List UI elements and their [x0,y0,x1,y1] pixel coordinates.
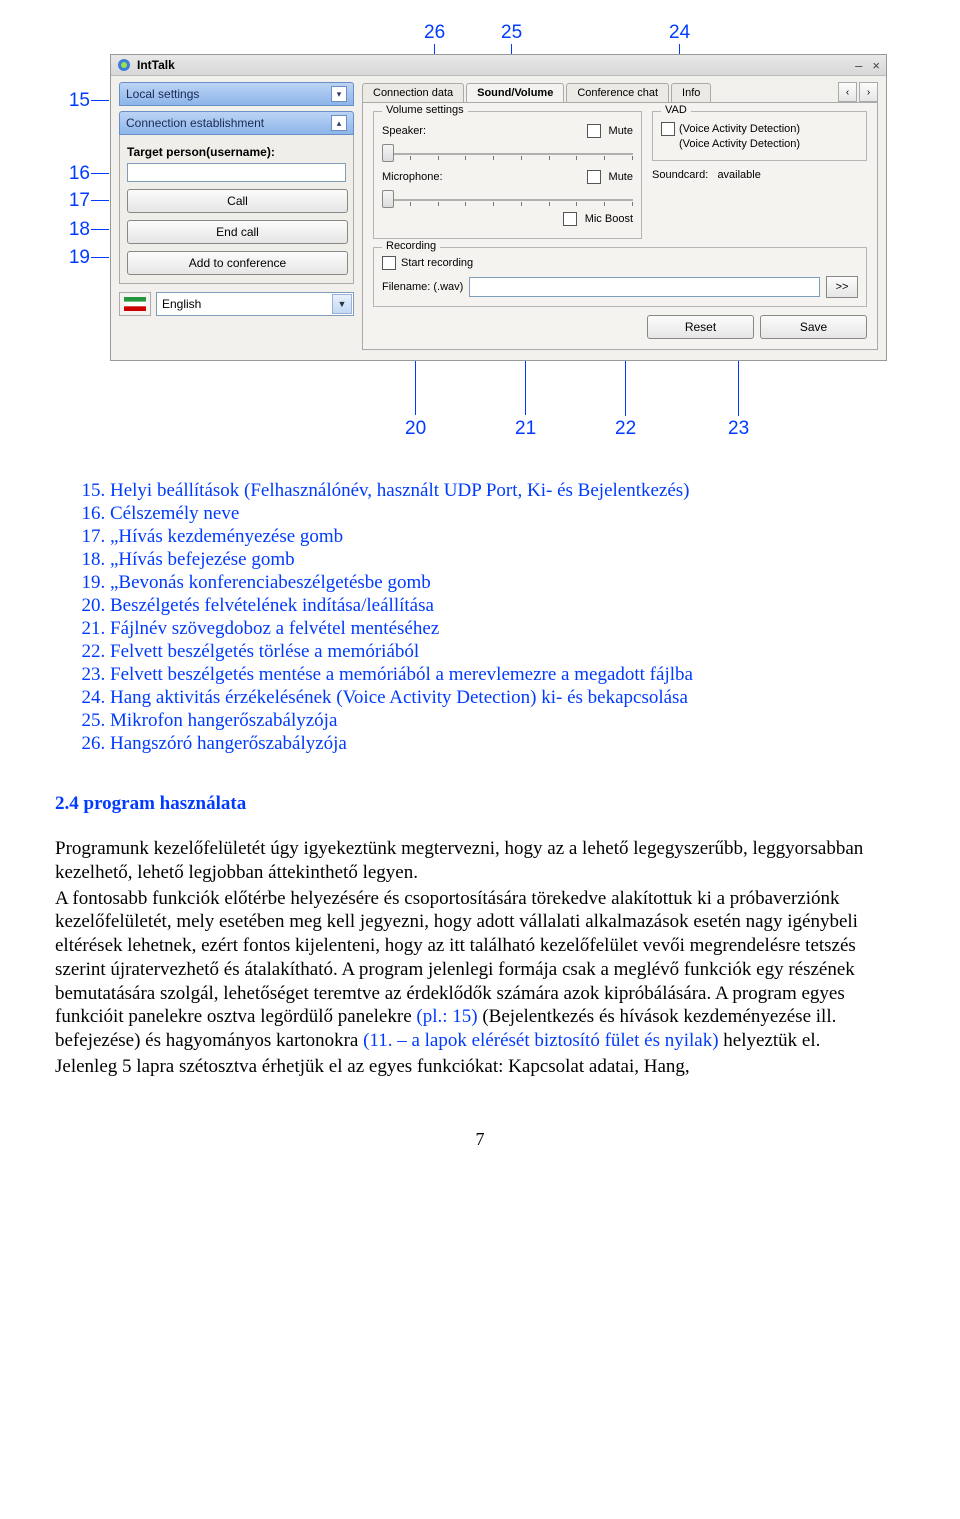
mic-mute-label: Mute [609,171,633,183]
end-call-button[interactable]: End call [127,220,348,244]
soundcard-label: Soundcard: [652,169,708,181]
list-item: „Hívás befejezése gomb [110,549,905,571]
callout-23: 23 [728,418,749,440]
close-button[interactable]: × [872,58,880,73]
speaker-label: Speaker: [382,125,450,137]
tab-info[interactable]: Info [671,83,711,102]
callout-25: 25 [501,22,522,44]
save-button[interactable]: Save [760,315,867,339]
connection-est-header[interactable]: Connection establishment ▴ [119,111,354,135]
local-settings-header[interactable]: Local settings ▾ [119,82,354,106]
add-to-conference-button[interactable]: Add to conference [127,251,348,275]
tab-connection-data[interactable]: Connection data [362,83,464,102]
callout-17: 17 [60,190,90,212]
callout-21: 21 [515,418,536,440]
speaker-mute-checkbox[interactable] [587,124,601,138]
language-value: English [162,297,201,311]
local-settings-label: Local settings [126,87,199,101]
start-recording-label: Start recording [401,257,473,269]
vad-line1: (Voice Activity Detection) [679,123,800,135]
window-title: IntTalk [137,58,845,72]
list-item: Beszélgetés felvételének indítása/leállí… [110,595,905,617]
mic-boost-checkbox[interactable] [563,212,577,226]
chevron-down-icon[interactable]: ▼ [332,294,352,314]
callout-22: 22 [615,418,636,440]
connection-est-label: Connection establishment [126,116,264,130]
speaker-slider[interactable] [382,142,633,162]
mic-slider-thumb[interactable] [382,190,394,208]
list-item: „Hívás kezdeményezése gomb [110,526,905,548]
callout-26: 26 [424,22,445,44]
legend-list: Helyi beállítások (Felhasználónév, haszn… [55,480,905,755]
list-item: Hangszóró hangerőszabályzója [110,733,905,755]
call-button[interactable]: Call [127,189,348,213]
callout-24: 24 [669,22,690,44]
volume-legend: Volume settings [382,104,468,116]
section-heading: 2.4 program használata [55,793,905,815]
app-icon [117,58,131,72]
titlebar[interactable]: IntTalk – × [111,55,886,76]
mic-mute-checkbox[interactable] [587,170,601,184]
recording-legend: Recording [382,240,440,252]
paragraph: Programunk kezelőfelületét úgy igyekeztü… [55,837,905,885]
paragraph: Jelenleg 5 lapra szétosztva érhetjük el … [55,1055,905,1079]
callout-16: 16 [60,163,90,185]
minimize-button[interactable]: – [855,58,862,73]
filename-label: Filename: (.wav) [382,281,463,293]
recording-group: Recording Start recording Filename: (.wa… [373,247,867,307]
reset-button[interactable]: Reset [647,315,754,339]
soundcard-value: available [717,169,760,181]
tab-scroll-right[interactable]: › [859,82,878,102]
list-item: Mikrofon hangerőszabályzója [110,710,905,732]
list-item: Célszemély neve [110,503,905,525]
list-item: Felvett beszélgetés törlése a memóriából [110,641,905,663]
volume-settings-group: Volume settings Speaker: Mute [373,111,642,239]
list-item: Hang aktivitás érzékelésének (Voice Acti… [110,687,905,709]
callout-19: 19 [60,247,90,269]
tab-bar: Connection data Sound/Volume Conference … [362,82,878,102]
annotated-screenshot: 26 25 24 15 16 17 18 19 20 21 22 23 [55,20,905,450]
callout-18: 18 [60,219,90,241]
target-person-input[interactable] [127,163,346,182]
collapse-icon[interactable]: ▾ [331,86,347,102]
target-person-label: Target person(username): [127,145,346,159]
callout-20: 20 [405,418,426,440]
ref-15: (pl.: 15) [416,1006,477,1027]
mic-slider[interactable] [382,188,633,208]
flag-icon [119,292,151,316]
list-item: Fájlnév szövegdoboz a felvétel mentéséhe… [110,618,905,640]
speaker-slider-thumb[interactable] [382,144,394,162]
microphone-label: Microphone: [382,171,450,183]
tab-sound-volume[interactable]: Sound/Volume [466,83,564,102]
app-window: IntTalk – × Local settings ▾ Connection … [110,54,887,361]
para-text: helyeztük el. [719,1030,821,1051]
page-number: 7 [55,1129,905,1150]
tab-scroll-left[interactable]: ‹ [838,82,857,102]
start-recording-checkbox[interactable] [382,256,396,270]
list-item: Felvett beszélgetés mentése a memóriából… [110,664,905,686]
vad-group: VAD (Voice Activity Detection) (Voice Ac… [652,111,867,161]
vad-line2: (Voice Activity Detection) [679,138,800,150]
expand-icon[interactable]: ▴ [331,115,347,131]
mic-boost-label: Mic Boost [585,213,633,225]
browse-button[interactable]: >> [826,276,858,298]
tab-conference-chat[interactable]: Conference chat [566,83,669,102]
list-item: „Bevonás konferenciabeszélgetésbe gomb [110,572,905,594]
filename-input[interactable] [469,277,820,297]
callout-15: 15 [60,90,90,112]
vad-legend: VAD [661,104,691,116]
language-select[interactable]: English ▼ [156,292,354,316]
list-item: Helyi beállítások (Felhasználónév, haszn… [110,480,905,502]
speaker-mute-label: Mute [609,125,633,137]
ref-11: (11. – a lapok elérését biztosító fület … [363,1030,718,1051]
vad-enable-checkbox[interactable] [661,122,675,136]
paragraph: A fontosabb funkciók előtérbe helyezésér… [55,887,905,1053]
